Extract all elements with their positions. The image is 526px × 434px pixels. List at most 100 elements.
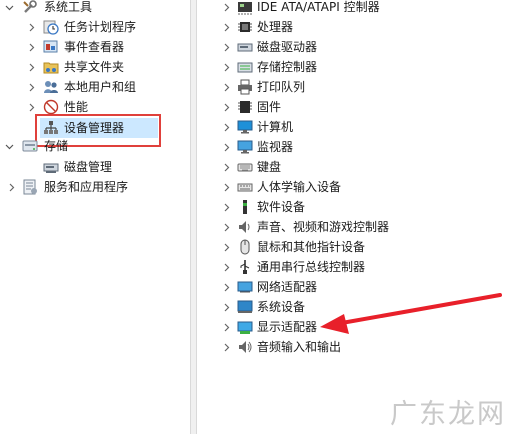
usb-icon xyxy=(237,259,253,275)
chevron-right-icon[interactable] xyxy=(221,0,231,17)
device-category-item[interactable]: 磁盘驱动器 xyxy=(197,37,526,57)
printer-icon xyxy=(237,79,253,95)
device-category-item[interactable]: 显示适配器 xyxy=(197,317,526,337)
audio-icon xyxy=(237,219,253,235)
pane-splitter[interactable] xyxy=(190,0,197,434)
device-category-label: 显示适配器 xyxy=(257,320,318,334)
disk-drive-icon xyxy=(237,39,253,55)
device-category-item[interactable]: 系统设备 xyxy=(197,297,526,317)
chevron-right-icon[interactable] xyxy=(221,297,231,317)
software-device-icon xyxy=(237,199,253,215)
chevron-right-icon[interactable] xyxy=(221,117,231,137)
device-manager-icon xyxy=(43,120,59,136)
mouse-icon xyxy=(237,239,253,255)
chevron-right-icon[interactable] xyxy=(221,37,231,57)
chevron-down-icon[interactable] xyxy=(4,136,14,156)
hid-icon xyxy=(237,179,253,195)
chevron-right-icon[interactable] xyxy=(221,257,231,277)
services-icon xyxy=(22,179,38,195)
chevron-right-icon[interactable] xyxy=(221,17,231,37)
chevron-right-icon[interactable] xyxy=(221,97,231,117)
tree-item-event-viewer[interactable]: 事件查看器 xyxy=(0,37,190,57)
tree-item-system-tools[interactable]: 系统工具 xyxy=(0,0,190,17)
device-category-item[interactable]: 网络适配器 xyxy=(197,277,526,297)
chevron-right-icon[interactable] xyxy=(26,57,36,77)
firmware-icon xyxy=(237,99,253,115)
chevron-right-icon[interactable] xyxy=(221,177,231,197)
performance-icon xyxy=(43,99,59,115)
display-adapter-icon xyxy=(237,319,253,335)
event-viewer-icon xyxy=(43,39,59,55)
audio-io-icon xyxy=(237,339,253,355)
device-category-item[interactable]: 软件设备 xyxy=(197,197,526,217)
device-category-item[interactable]: 鼠标和其他指针设备 xyxy=(197,237,526,257)
device-category-item[interactable]: 打印队列 xyxy=(197,77,526,97)
device-category-item[interactable]: 监视器 xyxy=(197,137,526,157)
device-category-label: 磁盘驱动器 xyxy=(257,40,318,54)
chevron-down-icon[interactable] xyxy=(4,0,14,17)
tree-item-device-manager[interactable]: 设备管理器 xyxy=(0,118,190,138)
chevron-right-icon[interactable] xyxy=(26,37,36,57)
chevron-right-icon[interactable] xyxy=(26,17,36,37)
device-category-item[interactable]: 固件 xyxy=(197,97,526,117)
chevron-right-icon[interactable] xyxy=(221,197,231,217)
device-category-item[interactable]: 键盘 xyxy=(197,157,526,177)
chevron-right-icon[interactable] xyxy=(221,57,231,77)
device-category-item[interactable]: 音频输入和输出 xyxy=(197,337,526,357)
monitor-icon xyxy=(237,139,253,155)
tree-label: 系统工具 xyxy=(44,0,93,14)
chevron-right-icon[interactable] xyxy=(221,137,231,157)
ide-controller-icon xyxy=(237,0,253,15)
tree-item-storage[interactable]: 存储 xyxy=(0,136,190,156)
tree-item-disk-management[interactable]: 磁盘管理 xyxy=(0,157,190,177)
device-category-label: 打印队列 xyxy=(257,80,306,94)
device-category-label: 人体学输入设备 xyxy=(257,180,342,194)
device-category-item[interactable]: 通用串行总线控制器 xyxy=(197,257,526,277)
device-category-label: 计算机 xyxy=(257,120,294,134)
chevron-right-icon[interactable] xyxy=(221,337,231,357)
tree-label: 共享文件夹 xyxy=(64,60,125,74)
keyboard-icon xyxy=(237,159,253,175)
storage-controller-icon xyxy=(237,59,253,75)
device-category-label: 固件 xyxy=(257,100,282,114)
device-tree: IDE ATA/ATAPI 控制器 处理器磁盘驱动器存储控制器打印队列固件计算机监… xyxy=(197,0,526,434)
device-category-item[interactable]: 声音、视频和游戏控制器 xyxy=(197,217,526,237)
chevron-right-icon[interactable] xyxy=(221,237,231,257)
device-category-label: 网络适配器 xyxy=(257,280,318,294)
watermark-text: 广东龙网 xyxy=(390,399,506,430)
tree-label: 本地用户和组 xyxy=(64,80,137,94)
users-icon xyxy=(43,79,59,95)
network-adapter-icon xyxy=(237,279,253,295)
device-category-label: 监视器 xyxy=(257,140,294,154)
chevron-right-icon[interactable] xyxy=(221,157,231,177)
tree-item-task-scheduler[interactable]: 任务计划程序 xyxy=(0,17,190,37)
device-category-item[interactable]: 存储控制器 xyxy=(197,57,526,77)
tree-item-services-apps[interactable]: 服务和应用程序 xyxy=(0,177,190,197)
system-device-icon xyxy=(237,299,253,315)
storage-icon xyxy=(22,138,38,154)
device-category-item[interactable]: 人体学输入设备 xyxy=(197,177,526,197)
clock-icon xyxy=(43,19,59,35)
tree-label: 服务和应用程序 xyxy=(44,180,129,194)
chevron-right-icon[interactable] xyxy=(26,77,36,97)
tree-label: 任务计划程序 xyxy=(64,20,137,34)
device-category-label: 系统设备 xyxy=(257,300,306,314)
chevron-right-icon[interactable] xyxy=(6,177,16,197)
chevron-right-icon[interactable] xyxy=(221,77,231,97)
device-category-label: 通用串行总线控制器 xyxy=(257,260,366,274)
computer-icon xyxy=(237,119,253,135)
tree-item-shared-folders[interactable]: 共享文件夹 xyxy=(0,57,190,77)
disk-management-icon xyxy=(43,159,59,175)
device-category-label: 音频输入和输出 xyxy=(257,340,342,354)
chevron-right-icon[interactable] xyxy=(26,97,36,117)
chevron-right-icon[interactable] xyxy=(221,217,231,237)
tree-item-performance[interactable]: 性能 xyxy=(0,97,190,117)
chevron-right-icon[interactable] xyxy=(221,317,231,337)
device-category-item[interactable]: 处理器 xyxy=(197,17,526,37)
chevron-right-icon[interactable] xyxy=(221,277,231,297)
system-tools-icon xyxy=(22,0,38,15)
tree-item-local-users[interactable]: 本地用户和组 xyxy=(0,77,190,97)
device-category-label: 软件设备 xyxy=(257,200,306,214)
device-category-item[interactable]: IDE ATA/ATAPI 控制器 xyxy=(197,0,526,17)
device-category-item[interactable]: 计算机 xyxy=(197,117,526,137)
